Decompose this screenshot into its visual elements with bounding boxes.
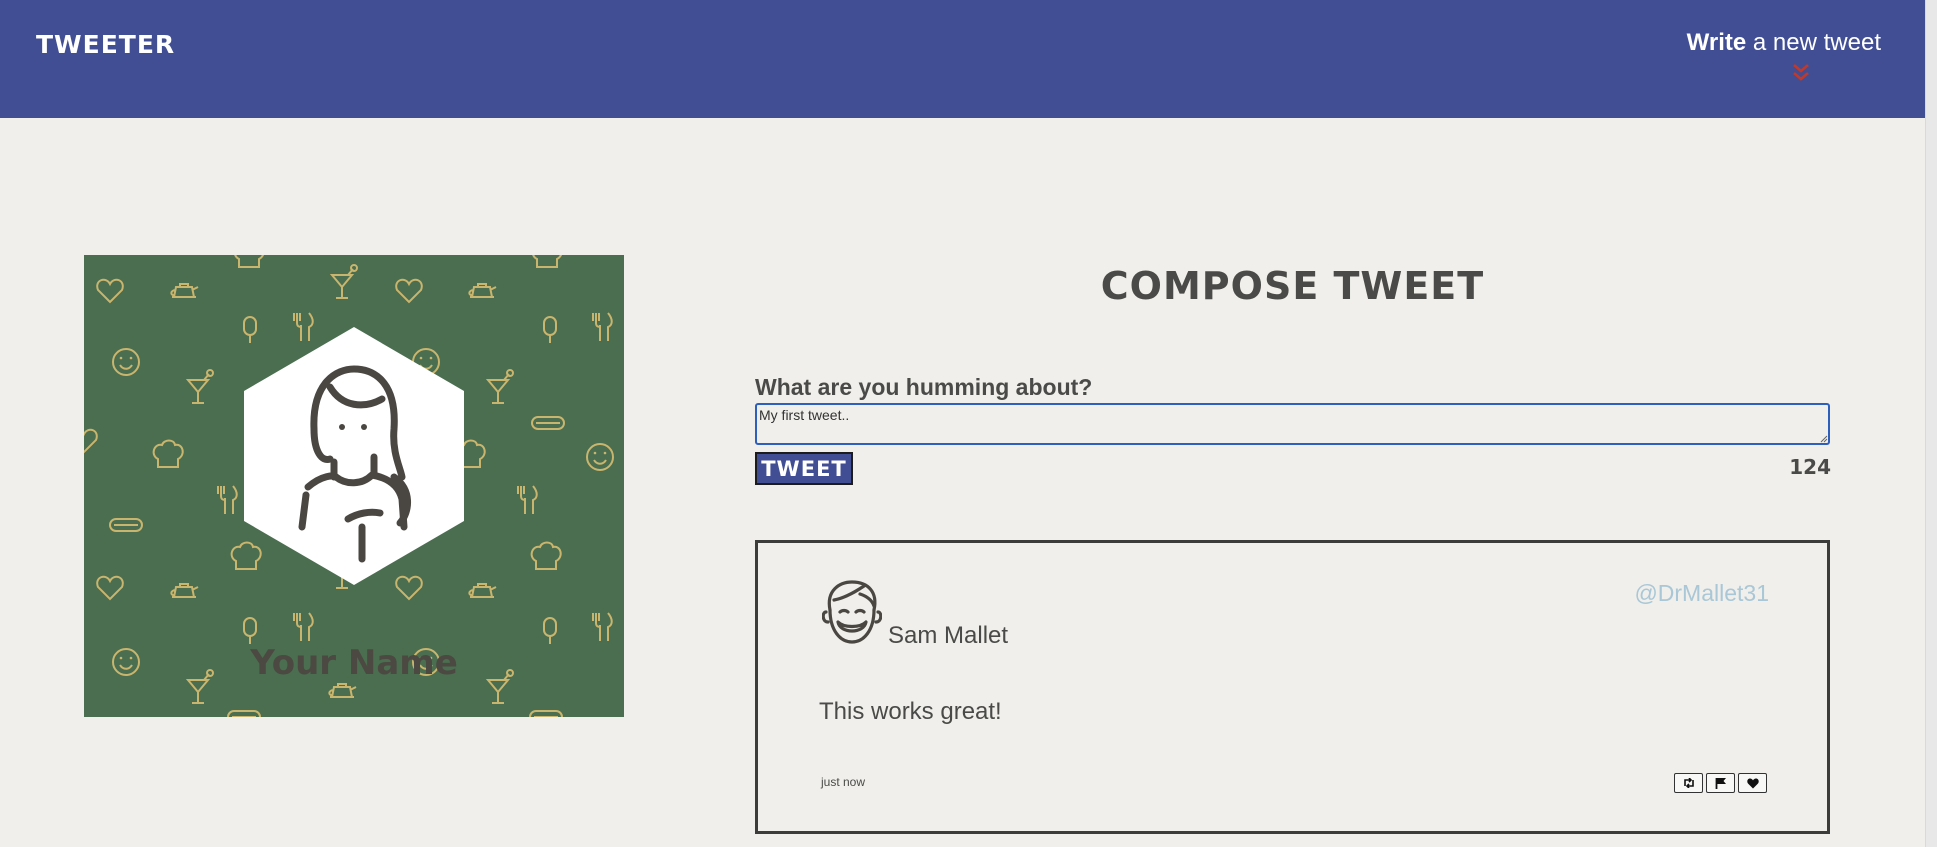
- brand-logo[interactable]: TWEETER: [36, 30, 175, 59]
- woman-avatar-icon: [244, 327, 464, 585]
- like-button[interactable]: [1738, 773, 1767, 793]
- tweet-text: This works great!: [819, 698, 1002, 725]
- write-bold-label: Write: [1686, 29, 1747, 56]
- tweet-actions: [1674, 773, 1767, 793]
- tweet-textarea[interactable]: My first tweet..: [755, 403, 1830, 445]
- page-scrollbar[interactable]: [1925, 0, 1937, 847]
- top-nav: TWEETER Write a new tweet: [0, 0, 1926, 118]
- character-counter: 124: [1789, 455, 1831, 479]
- tweet-timestamp: just now: [821, 775, 866, 789]
- double-chevron-down-icon[interactable]: [1790, 62, 1812, 84]
- heart-icon: [1746, 778, 1759, 788]
- flag-icon: [1715, 778, 1726, 789]
- resize-grip-icon[interactable]: [1818, 433, 1828, 443]
- write-new-tweet-link[interactable]: Write a new tweet: [1687, 29, 1881, 57]
- retweet-icon: [1683, 778, 1694, 788]
- retweet-button[interactable]: [1674, 773, 1703, 793]
- profile-name: Your Name: [250, 643, 458, 683]
- tweet-author-handle: @DrMallet31: [1634, 580, 1769, 606]
- tweet-card: Sam Mallet @DrMallet31 This works great!…: [755, 540, 1830, 834]
- flag-button[interactable]: [1706, 773, 1735, 793]
- tweet-author-name: Sam Mallet: [888, 622, 1009, 649]
- write-rest-label: a new tweet: [1746, 29, 1881, 56]
- compose-title: COMPOSE TWEET: [1100, 264, 1485, 308]
- compose-label: What are you humming about?: [755, 374, 1093, 400]
- smiling-man-avatar-icon: [822, 580, 882, 644]
- tweet-submit-button[interactable]: TWEET: [755, 452, 853, 485]
- profile-card: Your Name: [84, 255, 624, 717]
